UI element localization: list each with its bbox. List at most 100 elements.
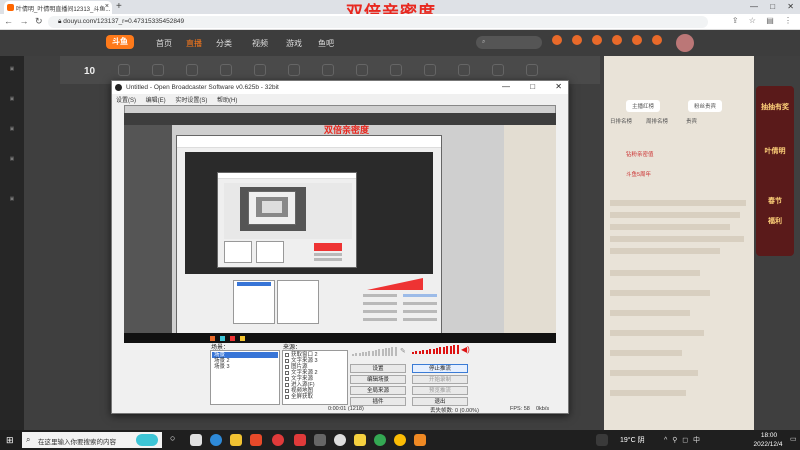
browser-nav-buttons[interactable]: ← → ↻ (4, 16, 43, 27)
tab-daily-rank[interactable]: 日排名榜 (610, 117, 632, 125)
tab-weekly-rank[interactable]: 周排名榜 (646, 117, 668, 125)
preview-stream-button[interactable]: 预览推流 (412, 386, 468, 395)
gift-icon[interactable] (526, 64, 538, 76)
checkbox-icon[interactable] (285, 352, 289, 357)
maximize-icon[interactable]: □ (770, 2, 775, 11)
taskbar-app-icon[interactable] (294, 434, 306, 446)
anniversary-row[interactable]: 斗鱼5周年 (626, 170, 651, 178)
forward-icon[interactable]: → (20, 16, 29, 26)
exit-button[interactable]: 退出 (412, 397, 468, 406)
menu-icon[interactable]: ⋮ (784, 16, 792, 25)
minimize-icon[interactable]: — (750, 2, 758, 11)
menu-live-settings[interactable]: 实时设置(S) (175, 98, 207, 104)
taskbar-app-icon[interactable] (272, 434, 284, 446)
gift-icon[interactable] (220, 64, 232, 76)
taskbar-app-icon[interactable] (596, 434, 608, 446)
gift-icon[interactable] (458, 64, 470, 76)
new-tab-button[interactable]: + (116, 1, 122, 12)
microphone-icon[interactable]: ✎ (400, 347, 406, 355)
windows-start-icon[interactable]: ⊞ (6, 435, 14, 446)
speaker-icon[interactable]: ◀) (461, 345, 470, 354)
taskbar-app-icon[interactable] (414, 434, 426, 446)
chrome-icon[interactable] (394, 434, 406, 446)
obs-preview-canvas[interactable]: 双倍亲密度 (124, 105, 556, 343)
download-icon[interactable] (592, 35, 602, 45)
gift-icon[interactable] (152, 64, 164, 76)
settings-button[interactable]: 设置 (350, 364, 406, 373)
address-bar[interactable]: 🔒︎ douyu.com/123137_r=0.47315335452849 (48, 16, 708, 28)
source-item[interactable]: 全屏获取 (285, 394, 313, 400)
rail-item-recommend[interactable]: ▣ (4, 66, 20, 82)
promo-banner[interactable]: 抽抽有奖 叶倩明 春节 福利 (756, 86, 794, 256)
back-icon[interactable]: ← (4, 16, 13, 26)
nav-yuba[interactable]: 鱼吧 (318, 38, 334, 49)
anchor-rank-button[interactable]: 主播红榜 (626, 100, 661, 112)
sources-list[interactable]: 获取窗口 2 文字来源 3 图片源 文字来源 2 文字来源 进入源(F) 视频地… (282, 350, 348, 405)
close-icon[interactable]: ✕ (787, 2, 794, 11)
chrome-icon[interactable] (374, 434, 386, 446)
maximize-icon[interactable]: □ (530, 82, 535, 91)
rail-item-category[interactable]: ▣ (4, 126, 20, 142)
star-icon[interactable]: ☆ (749, 16, 756, 25)
browser-tools[interactable]: ⇪ ☆ ▤ ⋮ (732, 16, 792, 25)
start-record-button[interactable]: 开始录制 (412, 375, 468, 384)
mic-volume-meter[interactable] (352, 346, 398, 356)
rail-item-more[interactable]: ▣ (4, 196, 20, 212)
edge-browser-icon[interactable] (210, 434, 222, 446)
douyu-search-input[interactable]: ⌕ (476, 36, 542, 49)
tab-vip[interactable]: 贵宾 (686, 117, 697, 125)
gift-icon[interactable] (424, 64, 436, 76)
gift-icon[interactable] (390, 64, 402, 76)
message-icon[interactable] (612, 35, 622, 45)
file-explorer-icon[interactable] (230, 434, 242, 446)
rail-item-follow[interactable]: ▣ (4, 96, 20, 112)
recharge-icon[interactable] (632, 35, 642, 45)
broadcast-icon[interactable] (652, 35, 662, 45)
follow-icon[interactable] (572, 35, 582, 45)
rail-item-game[interactable]: ▣ (4, 156, 20, 172)
nav-live[interactable]: 直播 (186, 38, 202, 49)
task-view-icon[interactable]: ○ (170, 433, 182, 445)
share-icon[interactable]: ⇪ (732, 16, 739, 25)
fans-vip-button[interactable]: 粉丝贵宾 (688, 100, 723, 112)
obs-taskbar-icon[interactable] (334, 434, 346, 446)
checkbox-icon[interactable] (285, 364, 289, 369)
stop-stream-button[interactable]: 停止推流 (412, 364, 468, 373)
menu-help[interactable]: 帮助(H) (217, 98, 237, 104)
gift-icon[interactable] (288, 64, 300, 76)
gift-icon[interactable] (118, 64, 130, 76)
notification-icon[interactable]: ▭ (790, 435, 797, 443)
nav-game[interactable]: 游戏 (286, 38, 302, 49)
menu-settings[interactable]: 设置(S) (116, 98, 136, 104)
global-sources-button[interactable]: 全局来源 (350, 386, 406, 395)
taskbar-app-icon[interactable] (314, 434, 326, 446)
scene-item[interactable]: 场景 3 (212, 364, 278, 370)
browser-tab[interactable]: 叶倩明_叶倩明直播间12313_斗鱼... × (4, 1, 112, 14)
checkbox-icon[interactable] (285, 382, 289, 387)
gift-icon[interactable] (492, 64, 504, 76)
minimize-icon[interactable]: — (502, 82, 510, 91)
weather-widget[interactable]: 19°C 阴 (620, 435, 645, 445)
plugins-button[interactable]: 插件 (350, 397, 406, 406)
history-icon[interactable] (552, 35, 562, 45)
gift-icon[interactable] (356, 64, 368, 76)
edit-scene-button[interactable]: 编辑场景 (350, 375, 406, 384)
scenes-list[interactable]: 场景 场景 2 场景 3 (210, 350, 280, 405)
clock-date[interactable]: 2022/12/4 (746, 441, 790, 448)
obs-window-controls[interactable]: — □ ✕ (502, 82, 562, 91)
taskbar-app-icon[interactable] (250, 434, 262, 446)
nav-home[interactable]: 首页 (156, 38, 172, 49)
checkbox-icon[interactable] (285, 370, 289, 375)
checkbox-icon[interactable] (285, 376, 289, 381)
taskbar-search-input[interactable]: ⌕ 在这里输入你要搜索的内容 (22, 432, 162, 448)
extensions-icon[interactable]: ▤ (766, 16, 774, 25)
system-tray[interactable]: ^ ⚲ ◻ 中 (664, 435, 700, 445)
taskbar-app-icon[interactable] (190, 434, 202, 446)
checkbox-icon[interactable] (285, 394, 289, 399)
reload-icon[interactable]: ↻ (35, 16, 43, 26)
search-icon[interactable]: ⌕ (482, 39, 485, 45)
close-tab-icon[interactable]: × (105, 3, 109, 10)
gift-icon[interactable] (322, 64, 334, 76)
gift-icon[interactable] (254, 64, 266, 76)
nav-category[interactable]: 分类 (216, 38, 232, 49)
